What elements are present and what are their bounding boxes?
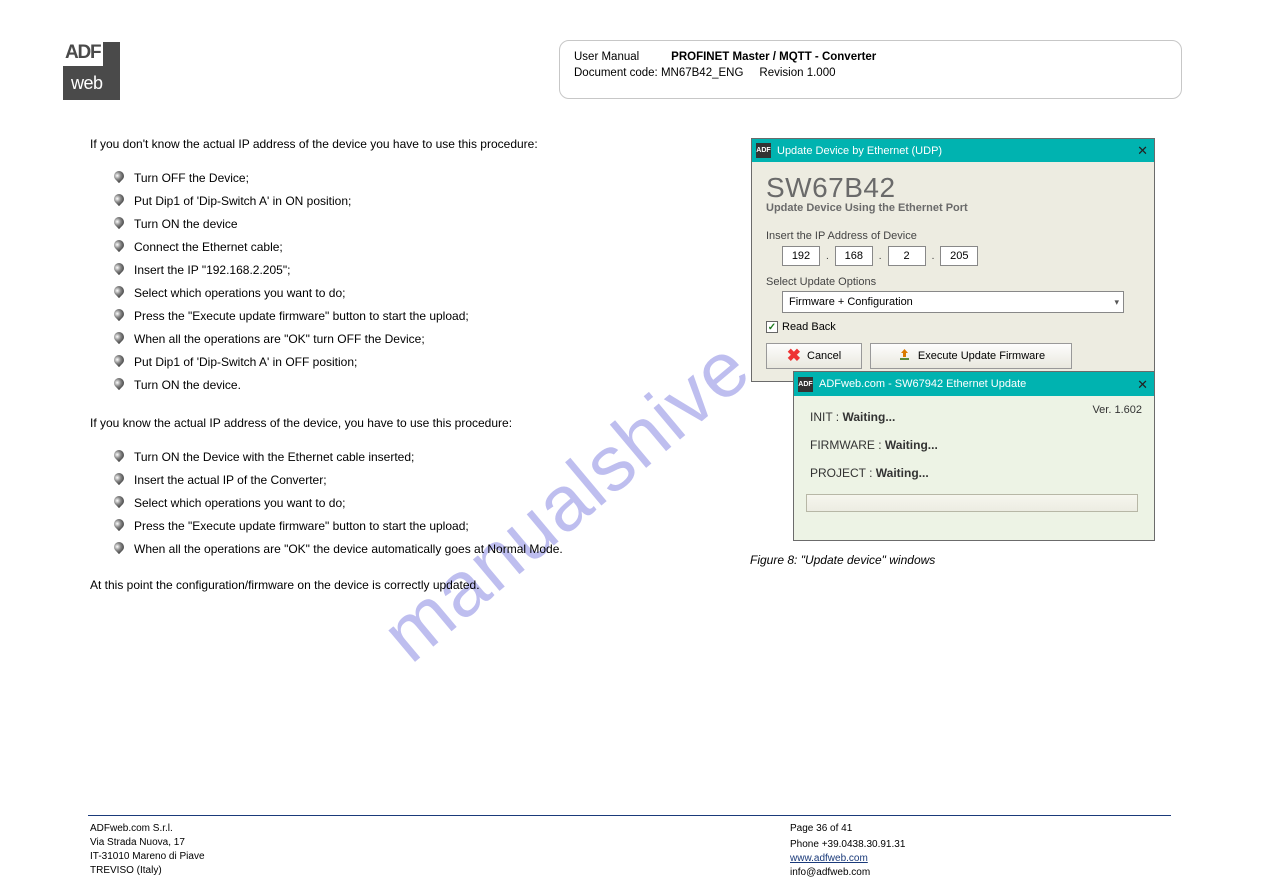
dot-icon: .: [879, 251, 882, 262]
close-icon[interactable]: ✕: [1137, 143, 1148, 159]
readback-label: Read Back: [782, 321, 836, 333]
status-line: PROJECT : Waiting...: [810, 466, 1142, 480]
list-item: Press the "Execute update firmware" butt…: [114, 307, 730, 325]
intro-p1a: If you don't know the actual IP address …: [90, 135, 730, 153]
ip-row: . . .: [782, 246, 1140, 266]
close-icon[interactable]: ✕: [1137, 377, 1148, 393]
upload-icon: [897, 347, 912, 365]
cancel-label: Cancel: [807, 350, 841, 362]
logo-text-bottom: web: [71, 73, 103, 94]
dialog2-titlebar: ADF ADFweb.com - SW67942 Ethernet Update…: [794, 372, 1154, 396]
dialog2-title: ADFweb.com - SW67942 Ethernet Update: [819, 378, 1026, 390]
ip-octet-1[interactable]: [782, 246, 820, 266]
footer-right: Page 36 of 41 Phone +39.0438.30.91.31 ww…: [790, 822, 905, 880]
list-item: Insert the actual IP of the Converter;: [114, 471, 730, 489]
footer-company: ADFweb.com S.r.l.: [90, 822, 205, 836]
list-item: Turn ON the device: [114, 215, 730, 233]
execute-label: Execute Update Firmware: [918, 350, 1045, 362]
dot-icon: .: [932, 251, 935, 262]
dialog1-subheading: Update Device Using the Ethernet Port: [766, 202, 1140, 214]
header-doccode-val: MN67B42_ENG: [661, 67, 743, 79]
header-rev-val: 1.000: [807, 67, 836, 79]
steps-list-a: Turn OFF the Device; Put Dip1 of 'Dip-Swi…: [114, 169, 730, 394]
ethernet-update-dialog: ADF ADFweb.com - SW67942 Ethernet Update…: [793, 371, 1155, 541]
progress-bar: [806, 494, 1138, 512]
ip-octet-3[interactable]: [888, 246, 926, 266]
footer-address2: IT-31010 Mareno di Piave: [90, 850, 205, 864]
steps-list-b: Turn ON the Device with the Ethernet cab…: [114, 448, 730, 558]
header-line1: User Manual: [574, 51, 639, 63]
app-icon: ADF: [756, 143, 771, 158]
list-item: Connect the Ethernet cable;: [114, 238, 730, 256]
intro-p1b: If you know the actual IP address of the…: [90, 414, 730, 432]
footer-phone: Phone +39.0438.30.91.31: [790, 838, 905, 852]
list-item: Turn ON the device.: [114, 376, 730, 394]
cancel-button[interactable]: ✖ Cancel: [766, 343, 862, 369]
select-label: Select Update Options: [766, 276, 1140, 288]
figure-caption: Figure 8: "Update device" windows: [750, 553, 935, 567]
footer-website-link[interactable]: www.adfweb.com: [790, 853, 868, 864]
update-device-dialog: ADF Update Device by Ethernet (UDP) ✕ SW…: [751, 138, 1155, 382]
list-item: Insert the IP "192.168.2.205";: [114, 261, 730, 279]
select-value: Firmware + Configuration: [789, 296, 913, 308]
ip-octet-4[interactable]: [940, 246, 978, 266]
list-item: Put Dip1 of 'Dip-Switch A' in OFF positi…: [114, 353, 730, 371]
dialog1-heading: SW67B42: [766, 172, 1140, 204]
cancel-icon: ✖: [787, 346, 801, 366]
version-label: Ver. 1.602: [1092, 404, 1142, 416]
ip-label: Insert the IP Address of Device: [766, 230, 1140, 242]
header-product: PROFINET Master / MQTT - Converter: [671, 51, 876, 63]
dialog1-titlebar: ADF Update Device by Ethernet (UDP) ✕: [752, 139, 1154, 162]
footer-divider: [88, 815, 1171, 816]
list-item: Turn ON the Device with the Ethernet cab…: [114, 448, 730, 466]
footer-address1: Via Strada Nuova, 17: [90, 836, 205, 850]
list-item: Turn OFF the Device;: [114, 169, 730, 187]
status-line: FIRMWARE : Waiting...: [810, 438, 1142, 452]
page-number: Page 36 of 41: [790, 822, 852, 836]
app-icon: ADF: [798, 377, 813, 392]
logo-text-top: ADF: [65, 42, 100, 64]
chevron-down-icon: ▾: [1114, 297, 1119, 308]
list-item: Select which operations you want to do;: [114, 284, 730, 302]
dialog1-title: Update Device by Ethernet (UDP): [777, 145, 942, 157]
list-item: Select which operations you want to do;: [114, 494, 730, 512]
footer-address3: TREVISO (Italy): [90, 864, 205, 878]
logo: ADF web: [63, 42, 120, 100]
header-doccode-label: Document code:: [574, 67, 658, 79]
header-rev-label: Revision: [759, 67, 803, 79]
dot-icon: .: [826, 251, 829, 262]
list-item: Put Dip1 of 'Dip-Switch A' in ON positio…: [114, 192, 730, 210]
readback-checkbox[interactable]: ✓: [766, 321, 778, 333]
list-item: Press the "Execute update firmware" butt…: [114, 517, 730, 535]
update-options-select[interactable]: Firmware + Configuration ▾: [782, 291, 1124, 313]
list-item: When all the operations are "OK" the dev…: [114, 540, 730, 558]
intro-p2: At this point the configuration/firmware…: [90, 576, 730, 594]
ip-octet-2[interactable]: [835, 246, 873, 266]
execute-update-button[interactable]: Execute Update Firmware: [870, 343, 1072, 369]
footer-email: info@adfweb.com: [790, 866, 905, 880]
list-item: When all the operations are "OK" turn OF…: [114, 330, 730, 348]
main-content: If you don't know the actual IP address …: [90, 135, 730, 602]
header-infobox: User Manual PROFINET Master / MQTT - Con…: [559, 40, 1182, 99]
footer-left: ADFweb.com S.r.l. Via Strada Nuova, 17 I…: [90, 822, 205, 878]
